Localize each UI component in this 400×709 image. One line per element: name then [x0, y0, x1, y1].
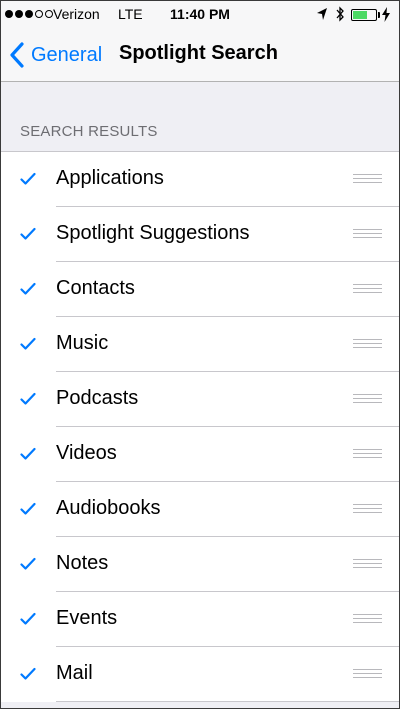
- list-item[interactable]: Podcasts: [1, 372, 399, 427]
- list-item-label: Music: [56, 332, 109, 354]
- list-item[interactable]: Contacts: [1, 262, 399, 317]
- reorder-grabber-icon[interactable]: [353, 559, 382, 570]
- list-item-label: Mail: [56, 662, 93, 684]
- search-results-list: Applications Spotlight Suggestions Conta…: [1, 151, 399, 702]
- navigation-bar: General Spotlight Search: [1, 29, 399, 82]
- list-item-label: Videos: [56, 442, 117, 464]
- list-item-label: Podcasts: [56, 387, 139, 409]
- list-item-label: Audiobooks: [56, 497, 161, 519]
- battery-level: [353, 11, 367, 19]
- back-button-label: General: [31, 43, 103, 66]
- checkmark-icon: [20, 502, 36, 515]
- list-item[interactable]: Spotlight Suggestions: [1, 207, 399, 262]
- list-item[interactable]: Videos: [1, 427, 399, 482]
- chevron-left-icon: [10, 42, 24, 68]
- checkmark-icon: [20, 337, 36, 350]
- checkmark-icon: [20, 282, 36, 295]
- checkmark-icon: [20, 612, 36, 625]
- reorder-grabber-icon[interactable]: [353, 669, 382, 680]
- reorder-grabber-icon[interactable]: [353, 174, 382, 185]
- reorder-grabber-icon[interactable]: [353, 614, 382, 625]
- charging-bolt-icon: [382, 7, 390, 22]
- battery-tip: [378, 12, 380, 18]
- list-item[interactable]: Mail: [1, 647, 399, 702]
- reorder-grabber-icon[interactable]: [353, 504, 382, 515]
- reorder-grabber-icon[interactable]: [353, 339, 382, 350]
- status-bar: Verizon LTE 11:40 PM: [1, 1, 399, 29]
- location-arrow-icon: [317, 8, 327, 20]
- reorder-grabber-icon[interactable]: [353, 229, 382, 240]
- list-item-label: Applications: [56, 167, 164, 189]
- back-button[interactable]: General: [9, 39, 102, 71]
- checkmark-icon: [20, 447, 36, 460]
- list-item[interactable]: Audiobooks: [1, 482, 399, 537]
- checkmark-icon: [20, 172, 36, 185]
- list-item-label: Contacts: [56, 277, 135, 299]
- checkmark-icon: [20, 557, 36, 570]
- screen: Verizon LTE 11:40 PM General Spotlight S…: [0, 0, 400, 709]
- list-item[interactable]: Applications: [1, 152, 399, 207]
- reorder-grabber-icon[interactable]: [353, 449, 382, 460]
- list-item-label: Spotlight Suggestions: [56, 222, 250, 244]
- list-item-label: Events: [56, 607, 118, 629]
- checkmark-icon: [20, 667, 36, 680]
- reorder-grabber-icon[interactable]: [353, 284, 382, 295]
- checkmark-icon: [20, 227, 36, 240]
- list-item[interactable]: Notes: [1, 537, 399, 592]
- list-item[interactable]: Music: [1, 317, 399, 372]
- bluetooth-icon: [336, 6, 344, 22]
- section-header: SEARCH RESULTS: [20, 123, 158, 140]
- reorder-grabber-icon[interactable]: [353, 394, 382, 405]
- checkmark-icon: [20, 392, 36, 405]
- list-item[interactable]: Events: [1, 592, 399, 647]
- page-title: Spotlight Search: [119, 42, 278, 64]
- battery-icon: [351, 9, 377, 21]
- list-item-label: Notes: [56, 552, 109, 574]
